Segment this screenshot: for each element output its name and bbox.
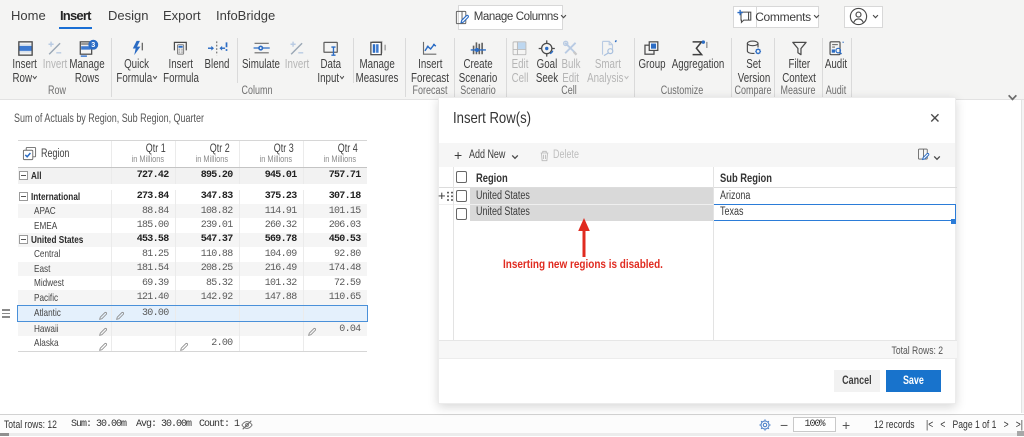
svg-text:3: 3 xyxy=(91,41,95,49)
